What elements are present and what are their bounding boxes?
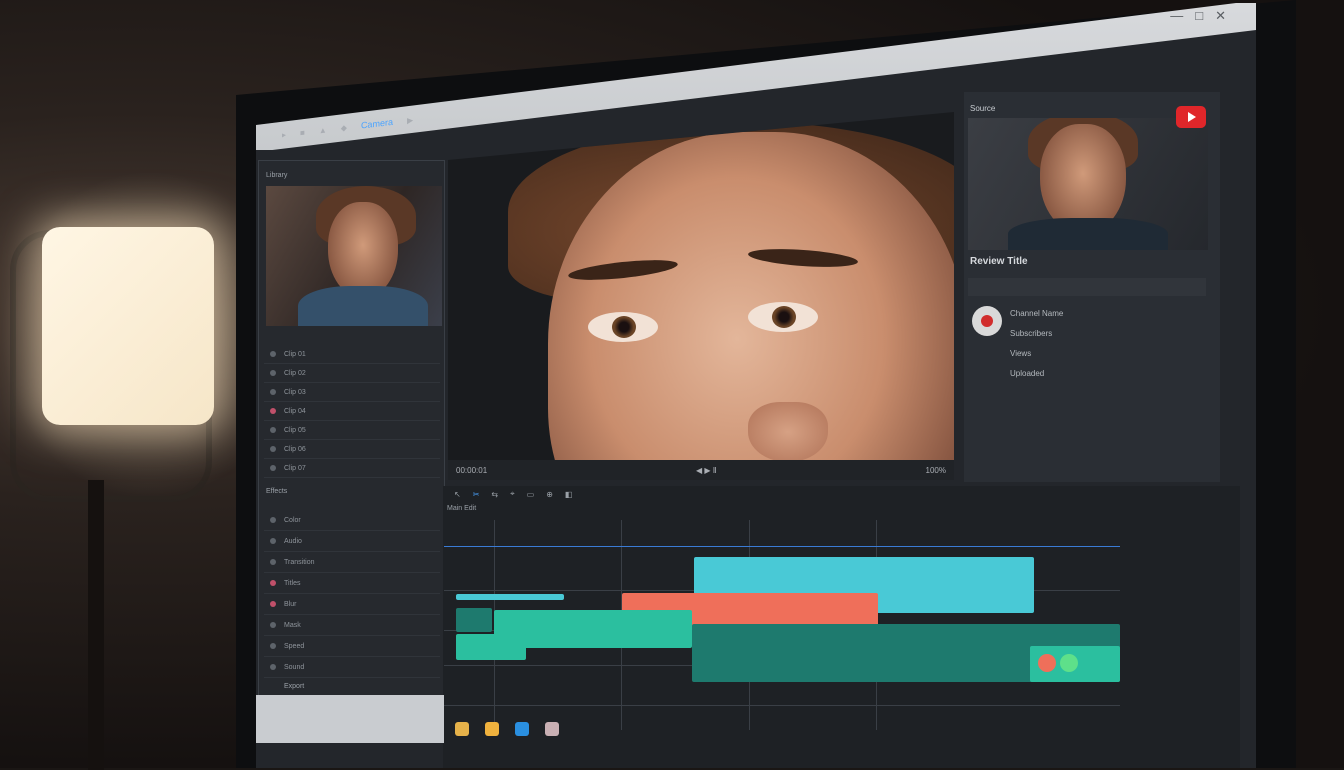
mask-tool-icon[interactable]: ◧: [565, 490, 573, 499]
list-item[interactable]: Speed: [264, 636, 440, 657]
timeline-sequence-label: Main Edit: [447, 505, 477, 512]
video-viewer[interactable]: [448, 112, 954, 462]
slip-tool-icon[interactable]: ⇆: [491, 490, 498, 499]
list-item[interactable]: Titles: [264, 573, 440, 594]
preview-shirt: [1008, 218, 1168, 250]
effect-icon: [270, 559, 276, 565]
toolbar-tool[interactable]: ■: [300, 128, 305, 138]
list-item[interactable]: Sound: [264, 657, 440, 678]
track-divider: [444, 705, 1120, 706]
library-header: Library: [266, 172, 288, 179]
thumb-face: [328, 202, 398, 298]
razor-tool-icon[interactable]: ✂: [473, 490, 480, 499]
select-tool-icon[interactable]: ↖: [454, 490, 461, 499]
channel-uploaded: Uploaded: [1010, 369, 1045, 378]
toolbar-tab-active[interactable]: Camera: [361, 117, 393, 131]
timeline-tracks[interactable]: [444, 520, 1120, 730]
inspector-title: Source: [970, 104, 996, 113]
effects-list: Color Audio Transition Titles Blur Mask …: [264, 510, 440, 678]
list-item[interactable]: Clip 05: [264, 421, 440, 440]
clip-icon: [270, 446, 276, 452]
list-item[interactable]: Clip 02: [264, 364, 440, 383]
clip-icon: [270, 465, 276, 471]
ring-light: [42, 227, 214, 425]
clip-icon: [270, 389, 276, 395]
media-list: Clip 01 Clip 02 Clip 03 Clip 04 Clip 05 …: [264, 345, 440, 478]
youtube-icon[interactable]: [1176, 106, 1206, 128]
snap-tool-icon[interactable]: ⌖: [510, 489, 515, 499]
search-bar[interactable]: [256, 695, 444, 743]
channel-views: Views: [1010, 349, 1032, 358]
zoom-tool-icon[interactable]: ⊕: [546, 490, 553, 499]
timeline-clip-marker[interactable]: [456, 594, 564, 600]
channel-info: Channel Name Subscribers Views Uploaded: [1010, 304, 1063, 384]
playback-controls[interactable]: ◀ ▶ Ⅱ: [696, 466, 717, 475]
media-thumbnail[interactable]: [266, 186, 442, 326]
clip-icon: [270, 351, 276, 357]
trash-icon[interactable]: [545, 722, 559, 736]
timeline-clip-sfx[interactable]: [456, 634, 526, 660]
folder-icon[interactable]: [455, 722, 469, 736]
timecode: 00:00:01: [456, 465, 488, 475]
list-item[interactable]: Blur: [264, 594, 440, 615]
export-label[interactable]: Export: [284, 683, 304, 690]
clip-icon: [270, 427, 276, 433]
brow-left: [567, 256, 679, 284]
iris: [772, 306, 796, 328]
app-icon[interactable]: [515, 722, 529, 736]
toolbar-tool[interactable]: ▸: [282, 130, 286, 139]
thumb-shirt: [298, 286, 428, 326]
channel-bar: [968, 278, 1206, 296]
clip-icon: [270, 370, 276, 376]
effect-icon: [270, 601, 276, 607]
list-item[interactable]: Color: [264, 510, 440, 531]
clip-icon: [270, 408, 276, 414]
effects-header: Effects: [266, 488, 288, 495]
effect-icon: [270, 580, 276, 586]
toolbar-tool[interactable]: ▲: [319, 125, 327, 135]
list-item[interactable]: Clip 06: [264, 440, 440, 459]
effect-icon: [270, 643, 276, 649]
list-item[interactable]: Clip 04: [264, 402, 440, 421]
effect-icon: [270, 622, 276, 628]
preview-title: Review Title: [970, 256, 1028, 267]
playhead-track: [444, 546, 1120, 547]
list-item[interactable]: Audio: [264, 531, 440, 552]
timeline-clip-overlay[interactable]: [456, 608, 492, 632]
zoom-level[interactable]: 100%: [926, 466, 946, 475]
eye-left: [588, 312, 658, 342]
list-item[interactable]: Transition: [264, 552, 440, 573]
crop-tool-icon[interactable]: ▭: [527, 490, 535, 499]
viewer-controls: 00:00:01 ◀ ▶ Ⅱ 100%: [448, 460, 954, 480]
list-item[interactable]: Clip 03: [264, 383, 440, 402]
effect-icon: [270, 538, 276, 544]
keyframe-icon[interactable]: [1060, 654, 1078, 672]
avatar[interactable]: [972, 306, 1002, 336]
effect-icon: [270, 517, 276, 523]
channel-subscribers: Subscribers: [1010, 329, 1053, 338]
channel-name: Channel Name: [1010, 309, 1064, 318]
eye-right: [748, 302, 818, 332]
brow-right: [747, 246, 859, 270]
list-item[interactable]: Clip 07: [264, 459, 440, 478]
toolbar-tool[interactable]: ▶: [407, 115, 413, 125]
list-item[interactable]: Mask: [264, 615, 440, 636]
keyframe-icon[interactable]: [1038, 654, 1056, 672]
folder-icon[interactable]: [485, 722, 499, 736]
light-stand: [88, 480, 104, 770]
timeline-toolbar: ↖ ✂ ⇆ ⌖ ▭ ⊕ ◧: [448, 486, 1134, 502]
iris: [612, 316, 636, 338]
effect-icon: [270, 664, 276, 670]
toolbar-tool[interactable]: ◆: [341, 123, 347, 133]
list-item[interactable]: Clip 01: [264, 345, 440, 364]
viewer-nose: [748, 402, 828, 462]
preview-thumbnail[interactable]: [968, 118, 1208, 250]
taskbar-dock: [455, 722, 559, 736]
